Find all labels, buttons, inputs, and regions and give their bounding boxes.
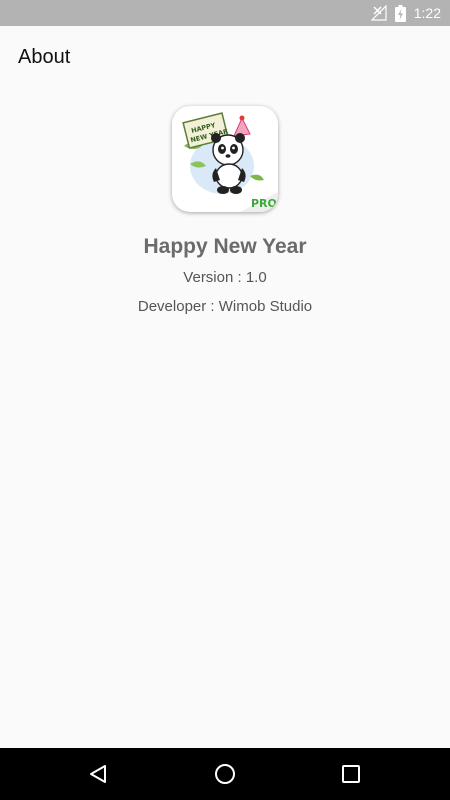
no-signal-icon xyxy=(370,5,387,21)
pro-badge: PRO xyxy=(251,197,277,210)
app-developer: Developer : Wimob Studio xyxy=(137,298,313,315)
panda-app-icon: HAPPY NEW YEAR PRO xyxy=(172,106,278,212)
app-name: Happy New Year xyxy=(143,235,307,258)
battery-charging-icon xyxy=(394,4,406,22)
status-time: 1:22 xyxy=(413,5,441,21)
app-version: Version : 1.0 xyxy=(183,269,267,286)
status-bar: 1:22 xyxy=(0,0,450,26)
home-icon[interactable] xyxy=(210,760,240,788)
toolbar: About xyxy=(0,26,450,88)
recent-apps-icon[interactable] xyxy=(336,760,366,788)
navigation-bar xyxy=(0,748,450,800)
about-content: HAPPY NEW YEAR PRO Happy New Year Versio… xyxy=(0,106,450,315)
page-title: About xyxy=(18,45,71,68)
back-icon[interactable] xyxy=(83,760,113,788)
